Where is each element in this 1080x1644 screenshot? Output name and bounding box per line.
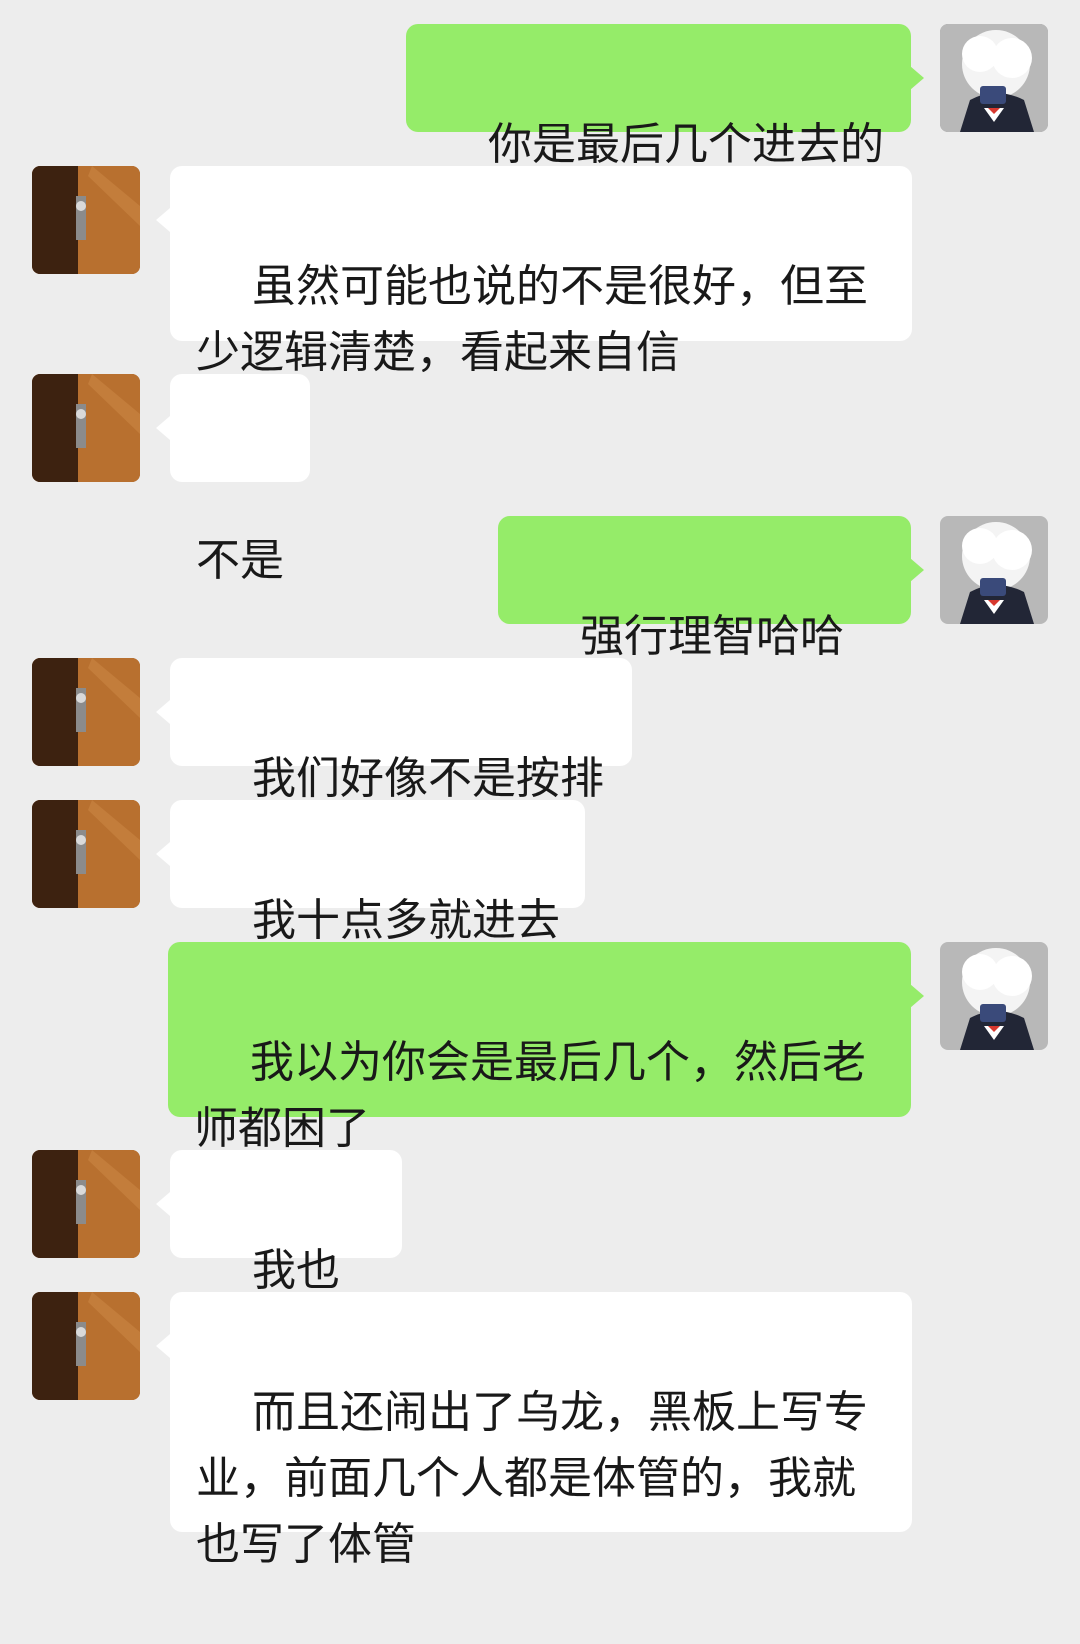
contact-avatar-icon[interactable]	[32, 166, 140, 274]
bubble-tail	[156, 842, 170, 866]
bubble-tail	[910, 66, 924, 90]
bubble-tail	[156, 1334, 170, 1358]
self-avatar-icon[interactable]	[940, 24, 1048, 132]
contact-avatar-icon[interactable]	[32, 1150, 140, 1258]
message-bubble[interactable]: 虽然可能也说的不是很好，但至少逻辑清楚，看起来自信	[170, 166, 912, 378]
message-bubble[interactable]: 我们好像不是按排名	[170, 658, 632, 870]
bubble-tail	[910, 558, 924, 582]
message-bubble[interactable]: 我以为你会是最后几个，然后老师都困了	[168, 942, 911, 1154]
message-text: 而且还闹出了乌龙，黑板上写专业，前面几个人都是体管的，我就也写了体管	[196, 1387, 868, 1570]
contact-avatar-icon[interactable]	[32, 374, 140, 482]
contact-avatar-icon[interactable]	[32, 658, 140, 766]
bubble-tail	[156, 700, 170, 724]
message-bubble[interactable]: 强行理智哈哈哈哈	[498, 516, 911, 728]
message-bubble[interactable]: 不是	[170, 374, 310, 586]
contact-avatar-icon[interactable]	[32, 1292, 140, 1400]
message-text: 虽然可能也说的不是很好，但至少逻辑清楚，看起来自信	[196, 261, 868, 378]
contact-avatar-icon[interactable]	[32, 800, 140, 908]
self-avatar-icon[interactable]	[940, 942, 1048, 1050]
bubble-tail	[910, 984, 924, 1008]
message-bubble[interactable]: 我也怕！	[170, 1150, 402, 1362]
message-bubble[interactable]: 而且还闹出了乌龙，黑板上写专业，前面几个人都是体管的，我就也写了体管	[170, 1292, 912, 1570]
bubble-tail	[156, 208, 170, 232]
bubble-tail	[156, 1192, 170, 1216]
bubble-tail	[156, 416, 170, 440]
message-text: 不是	[196, 535, 284, 586]
message-bubble[interactable]: 你是最后几个进去的吗	[406, 24, 911, 236]
self-avatar-icon[interactable]	[940, 516, 1048, 624]
message-bubble[interactable]: 我十点多就进去了	[170, 800, 585, 1012]
message-text: 我以为你会是最后几个，然后老师都困了	[194, 1037, 866, 1154]
